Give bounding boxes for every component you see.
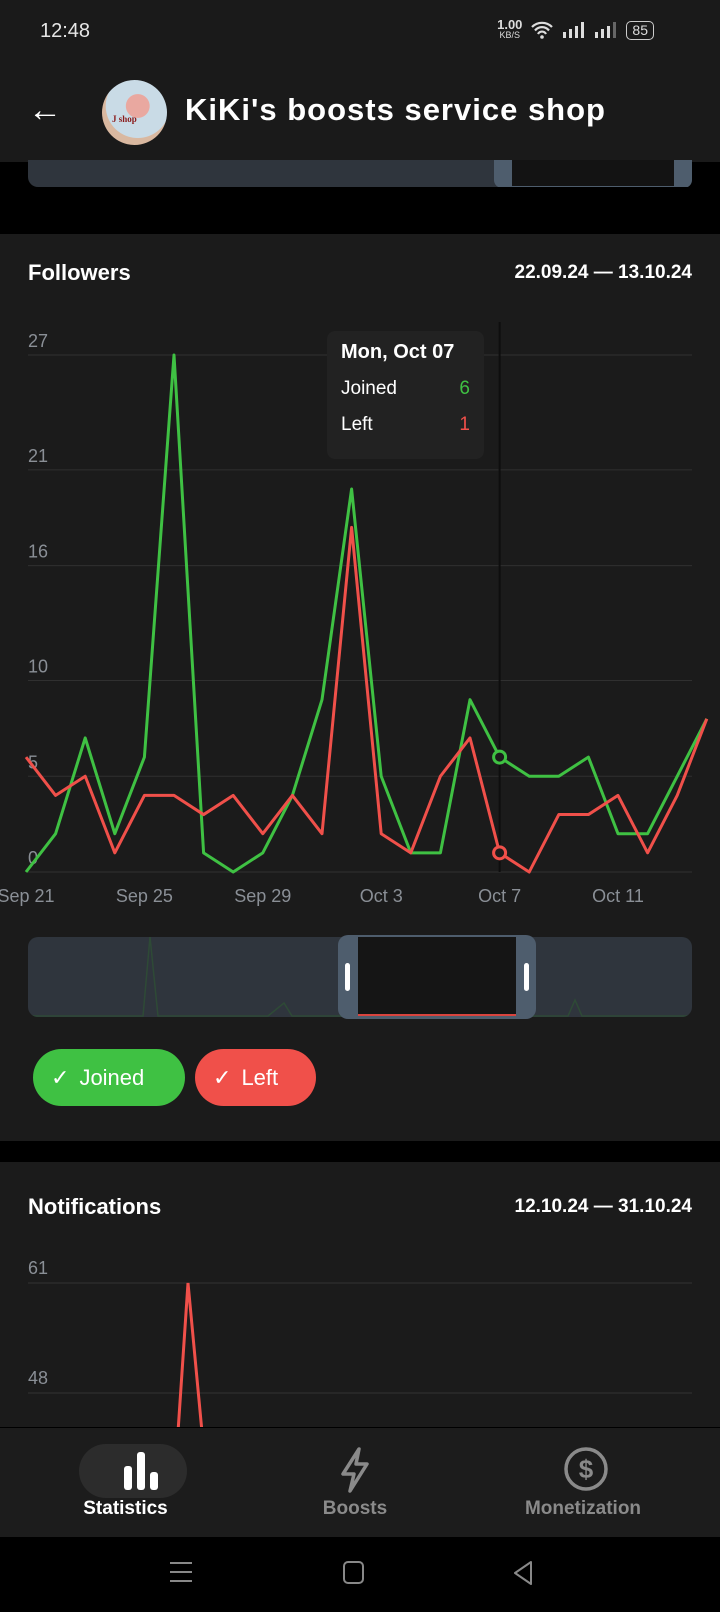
tooltip-joined-value: 6 (459, 378, 470, 399)
x-tick-label: Sep 29 (234, 886, 291, 906)
lightning-icon (341, 1447, 369, 1493)
wifi-icon (531, 21, 554, 39)
notifications-series-line (176, 1282, 204, 1427)
tooltip-joined-label: Joined (341, 378, 397, 399)
dollar-circle-icon: $ (564, 1447, 608, 1491)
x-tick-label: Sep 25 (116, 886, 173, 906)
navigator-right-handle[interactable] (524, 963, 529, 991)
avatar-logo-text: J shop (112, 114, 137, 124)
navigator-window[interactable] (338, 935, 536, 1019)
home-icon[interactable] (343, 1561, 365, 1585)
tooltip-date: Mon, Oct 07 (341, 341, 455, 363)
tooltip-left-label: Left (341, 414, 373, 435)
check-icon: ✓ (213, 1064, 232, 1090)
notifications-card: Notifications 12.10.24 — 31.10.24 61 48 (0, 1162, 720, 1427)
nav-boosts[interactable]: Boosts (240, 1428, 480, 1538)
navigator-left-handle[interactable] (345, 963, 350, 991)
y-tick-61: 61 (28, 1258, 48, 1278)
arrow-left-icon[interactable]: ← (28, 92, 68, 132)
bottom-nav: Statistics Boosts $ Monetization (0, 1427, 720, 1537)
x-tick-label: Sep 21 (0, 886, 55, 906)
svg-text:$: $ (579, 1454, 594, 1484)
y-tick-48: 48 (28, 1368, 48, 1388)
nav-statistics[interactable]: Statistics (14, 1428, 254, 1538)
avatar[interactable]: J shop (102, 80, 167, 145)
followers-card: Followers 22.09.24 — 13.10.24 0 5 10 16 21 27… (0, 234, 720, 1141)
bar-chart-icon (124, 1452, 158, 1490)
chart-tooltip: Mon, Oct 07 Joined 6 Left 1 (327, 331, 484, 459)
status-icons: 1.00 KB/S 85 (497, 17, 654, 40)
menu-icon[interactable] (170, 1561, 192, 1583)
header: ← J shop KiKi's boosts service shop (0, 62, 720, 162)
highlight-point-joined (492, 749, 508, 765)
notifications-chart[interactable]: 61 48 (0, 1162, 720, 1427)
back-icon[interactable] (512, 1561, 534, 1585)
y-tick-label: 16 (28, 542, 48, 562)
system-nav-bar (0, 1537, 720, 1612)
battery-icon: 85 (626, 20, 654, 40)
x-tick-label: Oct 11 (592, 886, 644, 906)
net-speed: 1.00 KB/S (497, 17, 523, 40)
y-tick-label: 21 (28, 446, 48, 466)
signal-icon-2 (595, 22, 617, 38)
legend-joined-toggle[interactable]: ✓ Joined (33, 1049, 185, 1106)
highlight-point-left (492, 845, 508, 861)
nav-monetization[interactable]: $ Monetization (466, 1428, 706, 1538)
y-tick-label: 27 (28, 331, 48, 351)
section-divider (0, 187, 720, 234)
legend-left-toggle[interactable]: ✓ Left (195, 1049, 316, 1106)
status-time: 12:48 (40, 20, 91, 42)
channel-title: KiKi's boosts service shop (185, 92, 606, 127)
y-tick-label: 10 (28, 657, 48, 677)
signal-icon (563, 22, 585, 38)
x-tick-label: Oct 3 (360, 886, 403, 906)
status-bar: 12:48 1.00 KB/S 85 (0, 0, 720, 62)
previous-chart-navigator[interactable] (28, 160, 692, 188)
series-line-left (24, 525, 709, 874)
x-tick-label: Oct 7 (478, 886, 521, 906)
tooltip-left-value: 1 (459, 414, 470, 435)
check-icon: ✓ (51, 1064, 70, 1090)
